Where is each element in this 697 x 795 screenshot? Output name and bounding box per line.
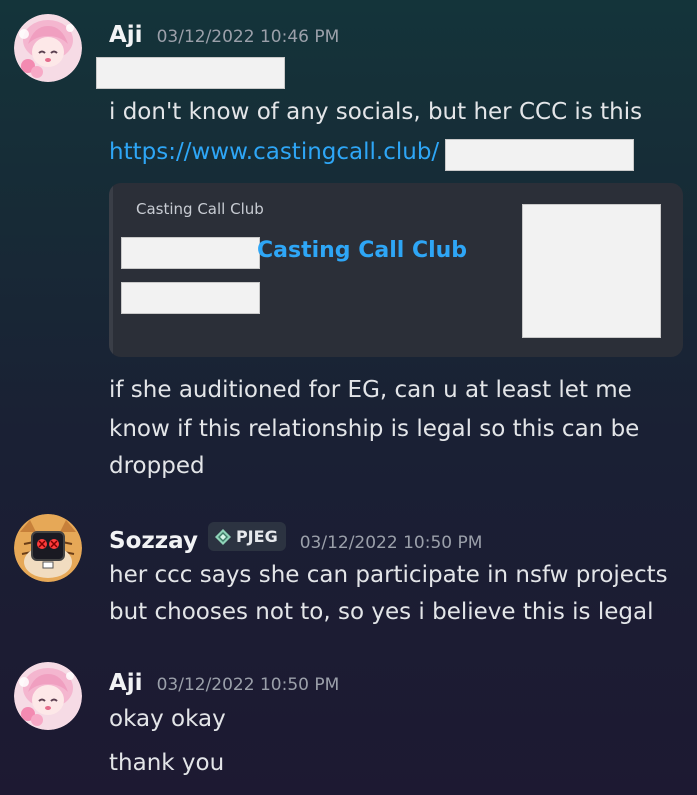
diamond-role-icon	[214, 528, 231, 545]
username[interactable]: Aji	[109, 22, 143, 48]
aji-avatar[interactable]	[14, 662, 82, 730]
message-text-line: i don't know of any socials, but her CCC…	[109, 99, 643, 125]
message-text-line: know if this relationship is legal so th…	[109, 416, 640, 442]
username[interactable]: Aji	[109, 670, 143, 696]
anime-girl-avatar-icon	[14, 14, 82, 82]
timestamp: 03/12/2022 10:46 PM	[156, 27, 340, 47]
embed-accent-bar	[109, 183, 113, 357]
message-header: Sozzay PJEG 03/12/2022 10:50 PM	[109, 522, 483, 554]
message-text-line: dropped	[109, 453, 205, 479]
message-text-line: but chooses not to, so yes i believe thi…	[109, 599, 654, 625]
role-name: PJEG	[235, 527, 278, 546]
embed-thumbnail[interactable]	[522, 204, 661, 338]
redacted-block	[445, 139, 634, 171]
message-header: Aji 03/12/2022 10:46 PM	[109, 22, 339, 48]
timestamp: 03/12/2022 10:50 PM	[299, 532, 483, 553]
tiger-robot-avatar-icon	[14, 514, 82, 582]
role-badge[interactable]: PJEG	[207, 522, 286, 551]
message-text-line: okay okay	[109, 706, 226, 732]
aji-avatar[interactable]	[14, 14, 82, 82]
message-text-line: thank you	[109, 750, 225, 776]
sozzay-avatar[interactable]	[14, 514, 82, 582]
redacted-block	[121, 237, 260, 269]
username[interactable]: Sozzay	[109, 528, 198, 554]
link-embed[interactable]: Casting Call Club Casting Call Club	[109, 183, 683, 357]
embed-title[interactable]: Casting Call Club	[257, 238, 467, 263]
message-text-line: her ccc says she can participate in nsfw…	[109, 562, 668, 588]
redacted-block	[96, 57, 285, 89]
message-text-line: if she auditioned for EG, can u at least…	[109, 377, 632, 403]
redacted-block	[121, 282, 260, 314]
anime-girl-avatar-icon	[14, 662, 82, 730]
castingcall-link[interactable]: https://www.castingcall.club/	[109, 139, 439, 165]
message-header: Aji 03/12/2022 10:50 PM	[109, 670, 339, 696]
embed-provider[interactable]: Casting Call Club	[136, 200, 264, 218]
timestamp: 03/12/2022 10:50 PM	[156, 675, 340, 695]
